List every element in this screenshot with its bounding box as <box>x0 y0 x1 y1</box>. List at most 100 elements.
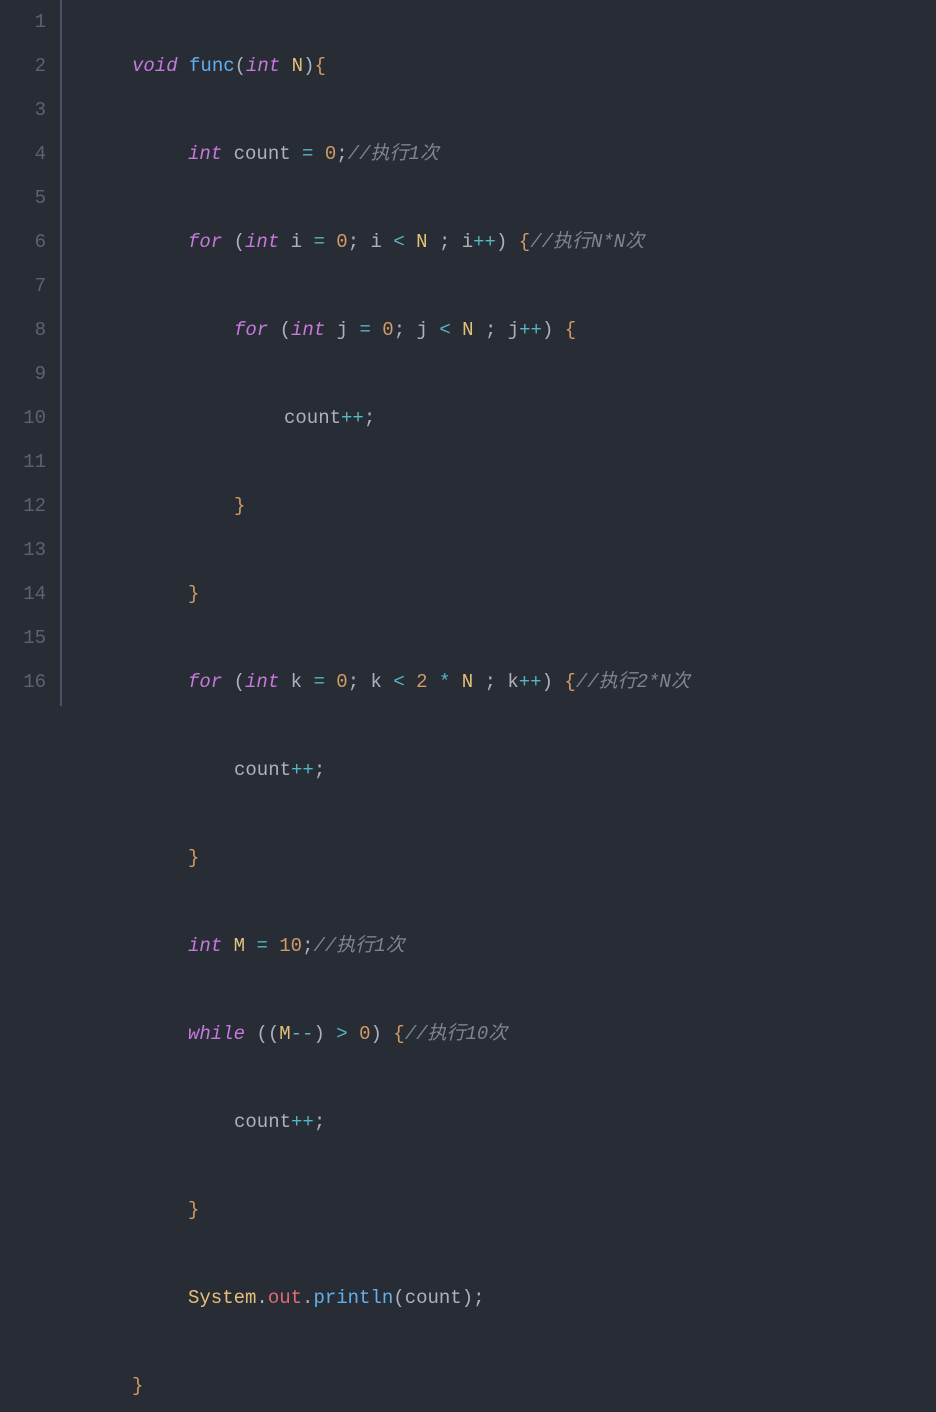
var-i: i <box>462 231 473 253</box>
paren-open: ( <box>256 1023 267 1045</box>
var-N: N <box>462 319 473 341</box>
op-inc: ++ <box>519 671 542 693</box>
param-N: N <box>292 55 303 77</box>
literal-zero: 0 <box>336 231 347 253</box>
code-editor[interactable]: void func(int N){ int count = 0;//执行1次 f… <box>62 0 936 706</box>
op-inc: ++ <box>341 407 364 429</box>
var-i: i <box>291 231 302 253</box>
var-M: M <box>234 935 245 957</box>
var-count: count <box>234 1111 291 1133</box>
keyword-for: for <box>188 231 222 253</box>
semicolon: ; <box>348 671 359 693</box>
paren-open: ( <box>268 1023 279 1045</box>
function-name: func <box>189 55 235 77</box>
code-line[interactable]: for (int j = 0; j < N ; j++) { <box>62 308 936 352</box>
brace-open: { <box>314 55 325 77</box>
line-number: 1 <box>0 0 46 44</box>
op-inc: ++ <box>473 231 496 253</box>
code-line[interactable]: } <box>62 1188 936 1232</box>
semicolon: ; <box>302 935 313 957</box>
comment: //执行1次 <box>348 143 439 165</box>
paren-open: ( <box>234 671 245 693</box>
code-line[interactable]: } <box>62 1364 936 1408</box>
code-line[interactable]: for (int i = 0; i < N ; i++) {//执行N*N次 <box>62 220 936 264</box>
type-int: int <box>245 671 279 693</box>
var-j: j <box>337 319 348 341</box>
op-inc: ++ <box>519 319 542 341</box>
paren-close: ) <box>462 1287 473 1309</box>
code-line[interactable]: void func(int N){ <box>62 44 936 88</box>
line-number: 14 <box>0 572 46 616</box>
type-int: int <box>291 319 325 341</box>
line-number: 11 <box>0 440 46 484</box>
semicolon: ; <box>314 759 325 781</box>
keyword-void: void <box>132 55 178 77</box>
op-mul: * <box>439 671 450 693</box>
literal-zero: 0 <box>359 1023 370 1045</box>
code-line[interactable]: int M = 10;//执行1次 <box>62 924 936 968</box>
dot: . <box>256 1287 267 1309</box>
var-j: j <box>508 319 519 341</box>
paren-close: ) <box>313 1023 324 1045</box>
op-inc: ++ <box>291 759 314 781</box>
var-j: j <box>417 319 428 341</box>
var-N: N <box>462 671 473 693</box>
code-line[interactable]: } <box>62 572 936 616</box>
brace-open: { <box>564 671 575 693</box>
code-line[interactable]: int count = 0;//执行1次 <box>62 132 936 176</box>
code-line[interactable]: } <box>62 484 936 528</box>
paren-close: ) <box>542 319 553 341</box>
var-count: count <box>284 407 341 429</box>
line-number: 16 <box>0 660 46 704</box>
op-lt: < <box>439 319 450 341</box>
method-println: println <box>313 1287 393 1309</box>
code-line[interactable]: count++; <box>62 1100 936 1144</box>
brace-close: } <box>132 1375 143 1397</box>
semicolon: ; <box>394 319 405 341</box>
code-line[interactable]: count++; <box>62 396 936 440</box>
var-count: count <box>234 759 291 781</box>
comment: //执行1次 <box>313 935 404 957</box>
code-line[interactable]: while ((M--) > 0) {//执行10次 <box>62 1012 936 1056</box>
line-number: 6 <box>0 220 46 264</box>
line-number: 13 <box>0 528 46 572</box>
code-line[interactable]: count++; <box>62 748 936 792</box>
line-number: 2 <box>0 44 46 88</box>
type-int: int <box>188 935 222 957</box>
code-line[interactable]: } <box>62 836 936 880</box>
var-count: count <box>234 143 291 165</box>
line-number: 4 <box>0 132 46 176</box>
comment: //执行2*N次 <box>576 671 690 693</box>
brace-close: } <box>188 1199 199 1221</box>
code-line[interactable]: System.out.println(count); <box>62 1276 936 1320</box>
op-inc: ++ <box>291 1111 314 1133</box>
semicolon: ; <box>439 231 450 253</box>
line-number: 12 <box>0 484 46 528</box>
paren-open: ( <box>280 319 291 341</box>
line-number: 3 <box>0 88 46 132</box>
paren-close: ) <box>303 55 314 77</box>
var-i: i <box>371 231 382 253</box>
var-N: N <box>416 231 427 253</box>
op-assign: = <box>313 671 324 693</box>
type-int: int <box>246 55 280 77</box>
semicolon: ; <box>485 319 496 341</box>
line-number-gutter: 1 2 3 4 5 6 7 8 9 10 11 12 13 14 15 16 <box>0 0 62 706</box>
literal-two: 2 <box>416 671 427 693</box>
op-assign: = <box>313 231 324 253</box>
op-lt: < <box>393 671 404 693</box>
line-number: 7 <box>0 264 46 308</box>
var-k: k <box>507 671 518 693</box>
brace-open: { <box>565 319 576 341</box>
paren-close: ) <box>542 671 553 693</box>
type-int: int <box>245 231 279 253</box>
literal-zero: 0 <box>325 143 336 165</box>
paren-open: ( <box>235 55 246 77</box>
semicolon: ; <box>364 407 375 429</box>
op-lt: < <box>393 231 404 253</box>
code-line[interactable]: for (int k = 0; k < 2 * N ; k++) {//执行2*… <box>62 660 936 704</box>
op-dec: -- <box>291 1023 314 1045</box>
brace-close: } <box>234 495 245 517</box>
prop-out: out <box>268 1287 302 1309</box>
keyword-for: for <box>234 319 268 341</box>
